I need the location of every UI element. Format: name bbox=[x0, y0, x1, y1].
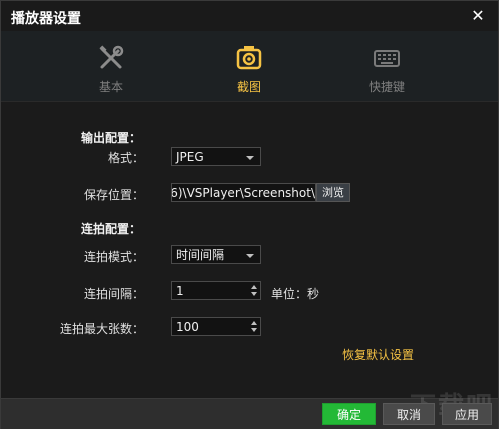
interval-unit-text: 单位：秒 bbox=[271, 287, 320, 301]
format-select[interactable]: JPEG bbox=[171, 147, 261, 166]
apply-button[interactable]: 应用 bbox=[442, 403, 492, 425]
save-location-input[interactable]: x86)\VSPlayer\Screenshot\ bbox=[171, 183, 316, 202]
settings-content: 输出配置： 格式： JPEG 保存位置： x86)\VSPlayer\Scree… bbox=[1, 102, 498, 398]
burst-max-label: 连拍最大张数： bbox=[59, 322, 144, 336]
dialog-title: 播放器设置 bbox=[11, 11, 81, 27]
save-location-label: 保存位置： bbox=[83, 188, 144, 202]
tab-bar: 基本 截图 快捷键 bbox=[1, 31, 498, 102]
output-section-title: 输出配置： bbox=[81, 131, 142, 145]
camera-icon bbox=[236, 46, 262, 70]
tab-screenshot[interactable]: 截图 bbox=[209, 41, 289, 99]
browse-button[interactable]: 浏览 bbox=[316, 183, 350, 202]
tools-icon bbox=[99, 45, 124, 69]
burst-section-title: 连拍配置： bbox=[81, 222, 142, 236]
cancel-button[interactable]: 取消 bbox=[383, 403, 435, 425]
tab-basic-label: 基本 bbox=[98, 80, 123, 94]
chevron-down-icon bbox=[246, 156, 254, 160]
dialog-footer: 下载吧 确定 取消 应用 bbox=[1, 392, 498, 429]
tab-screenshot-label: 截图 bbox=[236, 80, 261, 94]
stepper-down-icon[interactable] bbox=[251, 292, 257, 296]
close-icon[interactable]: ✕ bbox=[468, 6, 488, 26]
stepper-up-icon[interactable] bbox=[251, 321, 257, 325]
title-bar: 播放器设置 ✕ bbox=[1, 1, 498, 31]
burst-mode-value: 时间间隔 bbox=[176, 248, 225, 262]
burst-interval-value: 1 bbox=[176, 284, 184, 298]
stepper-up-icon[interactable] bbox=[251, 285, 257, 289]
save-location-value: x86)\VSPlayer\Screenshot\ bbox=[171, 186, 315, 200]
tab-shortcuts-label: 快捷键 bbox=[368, 80, 405, 94]
keyboard-icon bbox=[374, 50, 400, 67]
burst-max-value: 100 bbox=[176, 320, 199, 334]
settings-dialog: 播放器设置 ✕ 基本 截图 快捷键 输出配置： 格式： JPEG 保存位置： x… bbox=[0, 0, 499, 429]
stepper-down-icon[interactable] bbox=[251, 328, 257, 332]
burst-max-stepper[interactable]: 100 bbox=[171, 317, 261, 336]
burst-interval-stepper[interactable]: 1 bbox=[171, 281, 261, 300]
restore-defaults-link[interactable]: 恢复默认设置 bbox=[342, 346, 414, 363]
burst-interval-label: 连拍间隔： bbox=[83, 287, 144, 301]
format-label: 格式： bbox=[107, 151, 144, 165]
tab-basic[interactable]: 基本 bbox=[71, 41, 151, 99]
format-value: JPEG bbox=[176, 150, 204, 164]
ok-button[interactable]: 确定 bbox=[322, 403, 376, 425]
tab-shortcuts[interactable]: 快捷键 bbox=[347, 41, 427, 99]
burst-mode-label: 连拍模式： bbox=[83, 250, 144, 264]
burst-mode-select[interactable]: 时间间隔 bbox=[171, 245, 261, 264]
chevron-down-icon bbox=[246, 254, 254, 258]
